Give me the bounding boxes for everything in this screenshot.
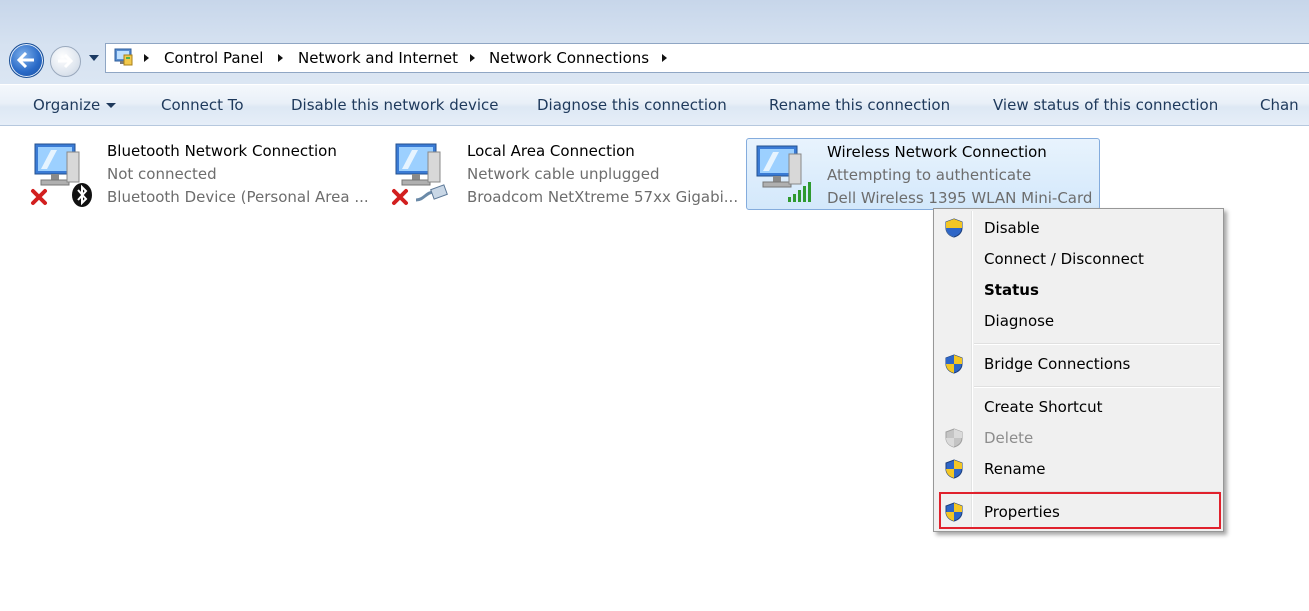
connection-item-bluetooth[interactable]: Bluetooth Network Connection Not connect… (27, 138, 369, 210)
breadcrumb-network-and-internet[interactable]: Network and Internet (298, 48, 458, 68)
menu-item-connect-disconnect[interactable]: Connect / Disconnect (936, 245, 1221, 273)
uac-shield-icon (945, 459, 963, 479)
connection-name: Wireless Network Connection (827, 143, 1047, 161)
error-x-icon (31, 189, 47, 205)
menu-item-label: Status (984, 281, 1039, 299)
connection-status: Network cable unplugged (467, 165, 660, 183)
menu-item-label: Connect / Disconnect (984, 250, 1144, 268)
properties-highlight-box (939, 492, 1221, 529)
breadcrumb-network-connections[interactable]: Network Connections (489, 48, 649, 68)
menu-item-status[interactable]: Status (936, 276, 1221, 304)
back-button[interactable] (9, 43, 44, 78)
menu-item-label: Rename (984, 460, 1046, 478)
uac-shield-icon (945, 218, 963, 238)
change-settings-button[interactable]: Chan (1260, 94, 1299, 116)
menu-item-disable[interactable]: Disable (936, 214, 1221, 242)
connection-details: Bluetooth Network Connection Not connect… (107, 140, 369, 209)
connection-device: Broadcom NetXtreme 57xx Gigabi... (467, 188, 739, 206)
connection-details: Local Area Connection Network cable unpl… (467, 140, 738, 209)
menu-item-diagnose[interactable]: Diagnose (936, 307, 1221, 335)
view-status-button[interactable]: View status of this connection (993, 94, 1218, 116)
ethernet-cable-icon (415, 184, 448, 202)
menu-item-rename[interactable]: Rename (936, 455, 1221, 483)
menu-separator (974, 386, 1220, 388)
menu-item-label: Diagnose (984, 312, 1055, 330)
recent-pages-dropdown[interactable] (89, 55, 99, 61)
menu-item-create-shortcut[interactable]: Create Shortcut (936, 393, 1221, 421)
connection-status: Not connected (107, 165, 217, 183)
connection-item-local-area[interactable]: Local Area Connection Network cable unpl… (388, 138, 738, 210)
back-arrow-icon (17, 52, 34, 68)
connection-device: Dell Wireless 1395 WLAN Mini-Card (827, 189, 1093, 207)
disable-device-button[interactable]: Disable this network device (291, 94, 499, 116)
forward-arrow-icon (58, 53, 73, 69)
menu-item-bridge-connections[interactable]: Bridge Connections (936, 350, 1221, 378)
chevron-down-icon (106, 103, 117, 108)
breadcrumb-separator[interactable] (278, 54, 283, 62)
breadcrumb-control-panel[interactable]: Control Panel (164, 48, 263, 68)
breadcrumb-separator[interactable] (470, 54, 475, 62)
address-bar[interactable]: Control Panel Network and Internet Netwo… (105, 43, 1309, 73)
uac-shield-icon (945, 354, 963, 374)
menu-item-label: Delete (984, 429, 1034, 447)
uac-shield-icon (945, 428, 963, 448)
diagnose-button[interactable]: Diagnose this connection (537, 94, 727, 116)
menu-item-label: Disable (984, 219, 1040, 237)
breadcrumb-separator[interactable] (144, 54, 149, 62)
connection-status: Attempting to authenticate (827, 166, 1032, 184)
control-panel-icon (114, 48, 133, 66)
menu-item-label: Bridge Connections (984, 355, 1131, 373)
connection-name: Bluetooth Network Connection (107, 142, 337, 160)
menu-item-label: Create Shortcut (984, 398, 1103, 416)
context-menu: Disable Connect / Disconnect Status Diag… (933, 208, 1224, 532)
breadcrumb-separator[interactable] (662, 54, 667, 62)
organize-label: Organize (33, 96, 101, 114)
connection-name: Local Area Connection (467, 142, 635, 160)
menu-separator (974, 343, 1220, 345)
error-x-icon (392, 189, 408, 205)
connect-to-button[interactable]: Connect To (161, 94, 244, 116)
rename-button[interactable]: Rename this connection (769, 94, 950, 116)
connection-details: Wireless Network Connection Attempting t… (827, 141, 1092, 210)
connection-item-wireless[interactable]: Wireless Network Connection Attempting t… (746, 138, 1100, 210)
connection-device: Bluetooth Device (Personal Area ... (107, 188, 369, 206)
menu-item-delete: Delete (936, 424, 1221, 452)
address-bar-area: Control Panel Network and Internet Netwo… (0, 0, 1309, 84)
command-toolbar: Organize Connect To Disable this network… (0, 84, 1309, 126)
forward-button[interactable] (50, 46, 81, 77)
bluetooth-icon (72, 183, 92, 207)
signal-bars-icon (788, 182, 811, 202)
organize-button[interactable]: Organize (33, 94, 117, 116)
